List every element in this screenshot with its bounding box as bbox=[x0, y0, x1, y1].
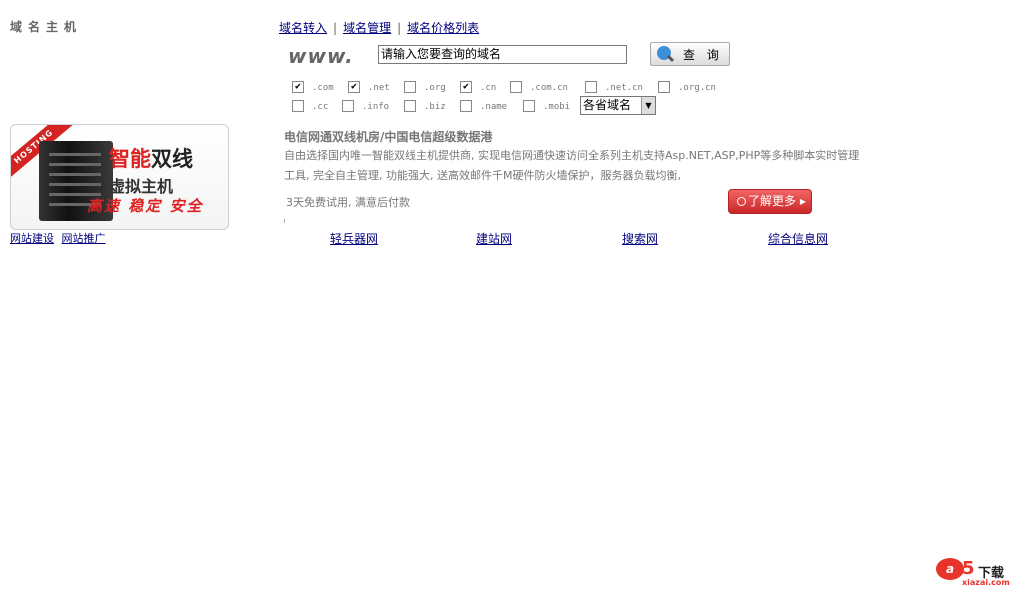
tld-label: .net bbox=[368, 83, 390, 93]
promo-headline-b: 双线 bbox=[151, 147, 193, 171]
tld-checkbox[interactable] bbox=[523, 100, 535, 112]
site-building-link[interactable]: 建站网 bbox=[476, 230, 512, 247]
learn-more-label: 了解更多 bbox=[748, 194, 797, 208]
chevron-down-icon[interactable]: ▼ bbox=[641, 97, 655, 114]
logo-a-mark: a bbox=[936, 558, 964, 580]
website-promo-link[interactable]: 网站推广 bbox=[62, 232, 106, 245]
tld-label: .net.cn bbox=[605, 83, 643, 93]
tld-checkbox[interactable] bbox=[404, 100, 416, 112]
province-domain-select[interactable]: 各省域名 ▼ bbox=[580, 96, 656, 115]
tld-checkbox[interactable]: ✔ bbox=[348, 81, 360, 93]
tld-checkbox[interactable] bbox=[510, 81, 522, 93]
domain-manage-link[interactable]: 域名管理 bbox=[343, 21, 391, 35]
hosting-heading: 电信网通双线机房/中国电信超级数据港 bbox=[284, 130, 493, 144]
tld-label: .cc bbox=[312, 102, 329, 112]
tld-checkbox[interactable]: ✔ bbox=[460, 81, 472, 93]
general-info-link[interactable]: 综合信息网 bbox=[768, 230, 828, 247]
nav-separator: | bbox=[397, 21, 402, 35]
promo-tagline: 高速 稳定 安全 bbox=[87, 197, 204, 215]
light-weapons-link[interactable]: 轻兵器网 bbox=[330, 230, 378, 247]
tld-label: .mobi bbox=[543, 102, 571, 112]
tld-checkbox[interactable] bbox=[404, 81, 416, 93]
website-build-link[interactable]: 网站建设 bbox=[10, 232, 54, 245]
tld-checkbox[interactable]: ✔ bbox=[292, 81, 304, 93]
logo-url: xiazai.com bbox=[962, 578, 1010, 587]
tld-checkbox[interactable] bbox=[585, 81, 597, 93]
promo-subtitle: 虚拟主机 bbox=[109, 177, 174, 196]
tld-label: .biz bbox=[424, 102, 446, 112]
province-domain-select-value: 各省域名 bbox=[583, 98, 632, 112]
learn-more-button[interactable]: 了解更多 ▶ bbox=[728, 189, 812, 214]
tld-label: .org.cn bbox=[678, 83, 716, 93]
sidebar-title: 域名主机 bbox=[10, 20, 83, 34]
hosting-description: 自由选择国内唯一智能双线主机提供商, 实现电信网通快速访问全系列主机支持Asp.… bbox=[284, 149, 860, 182]
tld-label: .org bbox=[424, 83, 446, 93]
tld-checkbox[interactable] bbox=[292, 100, 304, 112]
tld-label: .com.cn bbox=[530, 83, 568, 93]
arrow-right-icon: ▶ bbox=[799, 197, 806, 206]
tld-checkbox[interactable] bbox=[460, 100, 472, 112]
domain-search-input[interactable] bbox=[378, 45, 627, 64]
www-prefix: www. bbox=[288, 44, 354, 68]
query-button-label: 查 询 bbox=[683, 48, 723, 62]
nav-separator: | bbox=[333, 21, 338, 35]
query-button[interactable]: 查 询 bbox=[650, 42, 730, 66]
tld-label: .com bbox=[312, 83, 334, 93]
sidebar-links: 网站建设 网站推广 bbox=[10, 230, 110, 246]
search-icon bbox=[657, 46, 671, 60]
promo-headline-a: 智能 bbox=[109, 147, 151, 171]
domain-price-list-link[interactable]: 域名价格列表 bbox=[407, 21, 479, 35]
domain-transfer-link[interactable]: 域名转入 bbox=[279, 21, 327, 35]
search-icon bbox=[737, 197, 746, 206]
divider-tick bbox=[284, 219, 285, 223]
free-trial-text: 3天免费试用, 满意后付款 bbox=[286, 196, 410, 209]
tld-checkbox[interactable] bbox=[658, 81, 670, 93]
tld-label: .cn bbox=[480, 83, 497, 93]
a5-watermark-logo: a 5 下载 xiazai.com bbox=[936, 556, 1014, 588]
tld-label: .name bbox=[480, 102, 508, 112]
tld-label: .info bbox=[362, 102, 390, 112]
tld-checkbox[interactable] bbox=[342, 100, 354, 112]
domain-nav: 域名转入 | 域名管理 | 域名价格列表 bbox=[279, 19, 479, 36]
logo-5-mark: 5 bbox=[962, 558, 975, 579]
hosting-promo-banner[interactable]: HOSTING 智能双线 虚拟主机 高速 稳定 安全 bbox=[10, 124, 229, 230]
promo-headline: 智能双线 bbox=[109, 143, 193, 173]
search-site-link[interactable]: 搜索网 bbox=[622, 230, 658, 247]
